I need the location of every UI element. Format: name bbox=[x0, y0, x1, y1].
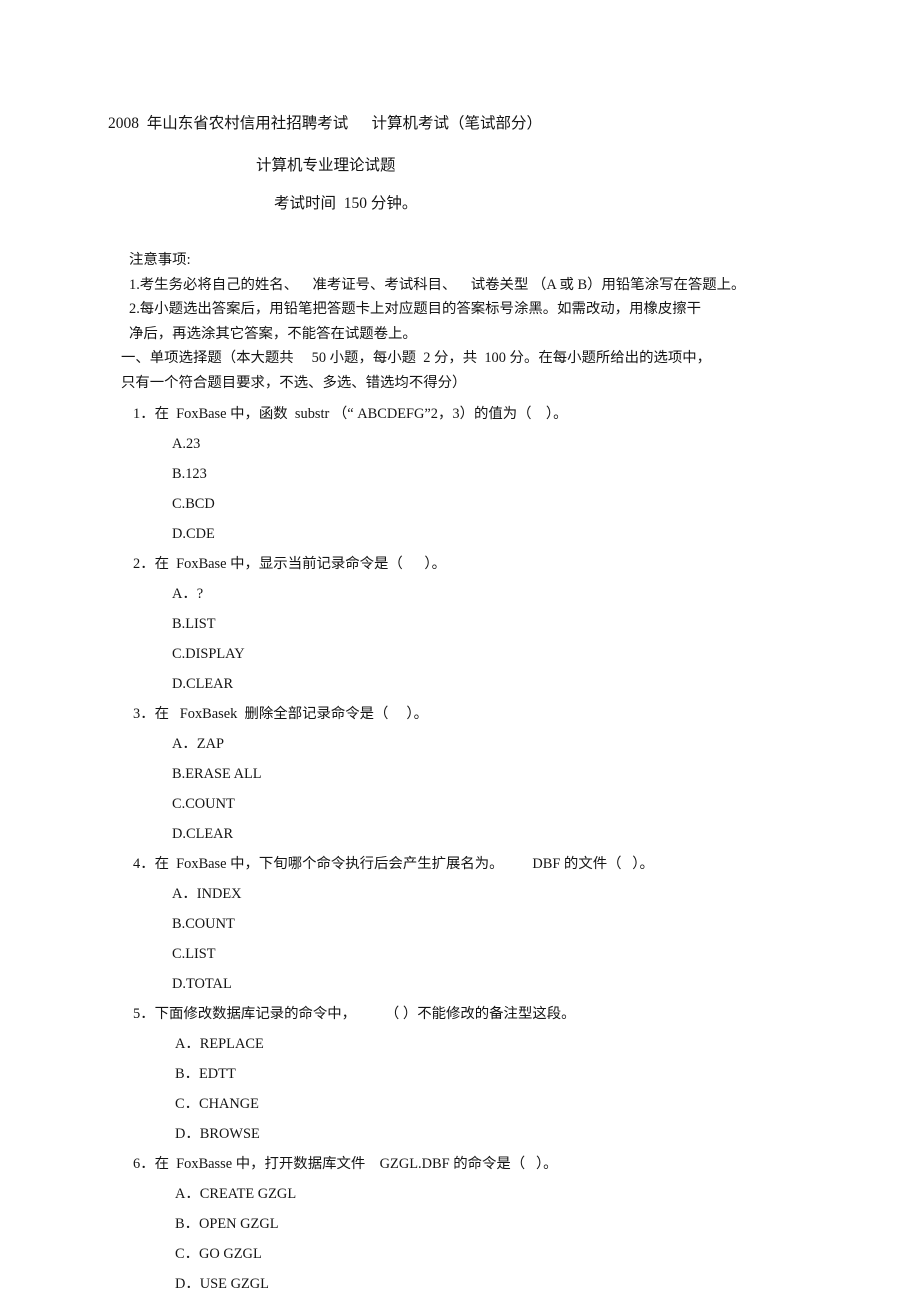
option-c[interactable]: C．GO GZGL bbox=[0, 1239, 920, 1269]
question-list: 1．在 FoxBase 中，函数 substr （“ ABCDEFG”2，3）的… bbox=[0, 395, 920, 1303]
question-item: 5．下面修改数据库记录的命令中， （ ）不能修改的备注型这段。 A．REPLAC… bbox=[0, 999, 920, 1149]
option-c[interactable]: C.COUNT bbox=[0, 789, 920, 819]
question-stem: 3．在 FoxBasek 删除全部记录命令是（ ）。 bbox=[133, 706, 429, 722]
option-a[interactable]: A．? bbox=[0, 579, 920, 609]
option-b[interactable]: B．EDTT bbox=[0, 1059, 920, 1089]
question-item: 3．在 FoxBasek 删除全部记录命令是（ ）。 A．ZAP B.ERASE… bbox=[0, 699, 920, 849]
question-item: 2．在 FoxBase 中，显示当前记录命令是（ ）。 A．? B.LIST C… bbox=[0, 549, 920, 699]
document-header: 2008 年山东省农村信用社招聘考试 计算机考试（笔试部分） 计算机专业理论试题… bbox=[0, 0, 920, 216]
question-item: 6．在 FoxBasse 中，打开数据库文件 GZGL.DBF 的命令是（ ）。… bbox=[0, 1149, 920, 1299]
option-b[interactable]: B．OPEN GZGL bbox=[0, 1209, 920, 1239]
exam-duration: 考试时间 150 分钟。 bbox=[274, 195, 418, 212]
question-stem: 6．在 FoxBasse 中，打开数据库文件 GZGL.DBF 的命令是（ ）。 bbox=[133, 1156, 558, 1172]
option-list: A．INDEX B.COUNT C.LIST D.TOTAL bbox=[0, 879, 920, 999]
option-b[interactable]: B.COUNT bbox=[0, 909, 920, 939]
option-c[interactable]: C.BCD bbox=[0, 489, 920, 519]
question-item: 1．在 FoxBase 中，函数 substr （“ ABCDEFG”2，3）的… bbox=[0, 399, 920, 549]
section-heading-line: 一、单项选择题（本大题共 50 小题，每小题 2 分，共 100 分。在每小题所… bbox=[121, 350, 712, 366]
option-d[interactable]: D.CLEAR bbox=[0, 669, 920, 699]
question-stem: 4．在 FoxBase 中，下旬哪个命令执行后会产生扩展名为。 DBF 的文件（… bbox=[133, 856, 654, 872]
option-list: A．? B.LIST C.DISPLAY D.CLEAR bbox=[0, 579, 920, 699]
notice-item: 2.每小题选出答案后，用铅笔把答题卡上对应题目的答案标号涂黑。如需改动，用橡皮擦… bbox=[129, 301, 702, 317]
option-d[interactable]: D．USE GZGL bbox=[0, 1269, 920, 1299]
option-list: A．ZAP B.ERASE ALL C.COUNT D.CLEAR bbox=[0, 729, 920, 849]
option-b[interactable]: B.ERASE ALL bbox=[0, 759, 920, 789]
option-d[interactable]: D.CDE bbox=[0, 519, 920, 549]
option-list: A．CREATE GZGL B．OPEN GZGL C．GO GZGL D．US… bbox=[0, 1179, 920, 1299]
notice-item: 1.考生务必将自己的姓名、 准考证号、考试科目、 试卷关型 （A 或 B）用铅笔… bbox=[129, 276, 746, 293]
notice-item: 净后，再选涂其它答案，不能答在试题卷上。 bbox=[129, 325, 417, 342]
question-stem: 1．在 FoxBase 中，函数 substr （“ ABCDEFG”2，3）的… bbox=[133, 406, 568, 422]
option-d[interactable]: D.CLEAR bbox=[0, 819, 920, 849]
question-stem: 7.FoxBase 中，对库文件按总分（ N，3）加姓名（ C，8）索引，应使用… bbox=[0, 1299, 920, 1303]
document-page: 2008 年山东省农村信用社招聘考试 计算机考试（笔试部分） 计算机专业理论试题… bbox=[0, 0, 920, 1303]
option-a[interactable]: A．ZAP bbox=[0, 729, 920, 759]
option-a[interactable]: A．REPLACE bbox=[0, 1029, 920, 1059]
question-stem: 2．在 FoxBase 中，显示当前记录命令是（ ）。 bbox=[133, 556, 446, 572]
exam-title: 2008 年山东省农村信用社招聘考试 计算机考试（笔试部分） bbox=[108, 115, 543, 132]
option-list: A．REPLACE B．EDTT C．CHANGE D．BROWSE bbox=[0, 1029, 920, 1149]
option-d[interactable]: D.TOTAL bbox=[0, 969, 920, 999]
option-b[interactable]: B.LIST bbox=[0, 609, 920, 639]
option-c[interactable]: C．CHANGE bbox=[0, 1089, 920, 1119]
option-b[interactable]: B.123 bbox=[0, 459, 920, 489]
option-a[interactable]: A.23 bbox=[0, 429, 920, 459]
question-item: 4．在 FoxBase 中，下旬哪个命令执行后会产生扩展名为。 DBF 的文件（… bbox=[0, 849, 920, 999]
option-c[interactable]: C.DISPLAY bbox=[0, 639, 920, 669]
question-item: 7.FoxBase 中，对库文件按总分（ N，3）加姓名（ C，8）索引，应使用… bbox=[0, 1299, 920, 1303]
question-stem: 5．下面修改数据库记录的命令中， （ ）不能修改的备注型这段。 bbox=[133, 1006, 576, 1022]
notice-block: 注意事项: 1.考生务必将自己的姓名、 准考证号、考试科目、 试卷关型 （A 或… bbox=[0, 216, 920, 346]
section-heading-line: 只有一个符合题目要求，不选、多选、错选均不得分） bbox=[121, 374, 467, 391]
notice-heading: 注意事项: bbox=[129, 252, 191, 268]
option-c[interactable]: C.LIST bbox=[0, 939, 920, 969]
paper-title: 计算机专业理论试题 bbox=[256, 157, 396, 174]
option-a[interactable]: A．INDEX bbox=[0, 879, 920, 909]
option-list: A.23 B.123 C.BCD D.CDE bbox=[0, 429, 920, 549]
option-a[interactable]: A．CREATE GZGL bbox=[0, 1179, 920, 1209]
section-heading: 一、单项选择题（本大题共 50 小题，每小题 2 分，共 100 分。在每小题所… bbox=[0, 346, 920, 395]
option-d[interactable]: D．BROWSE bbox=[0, 1119, 920, 1149]
